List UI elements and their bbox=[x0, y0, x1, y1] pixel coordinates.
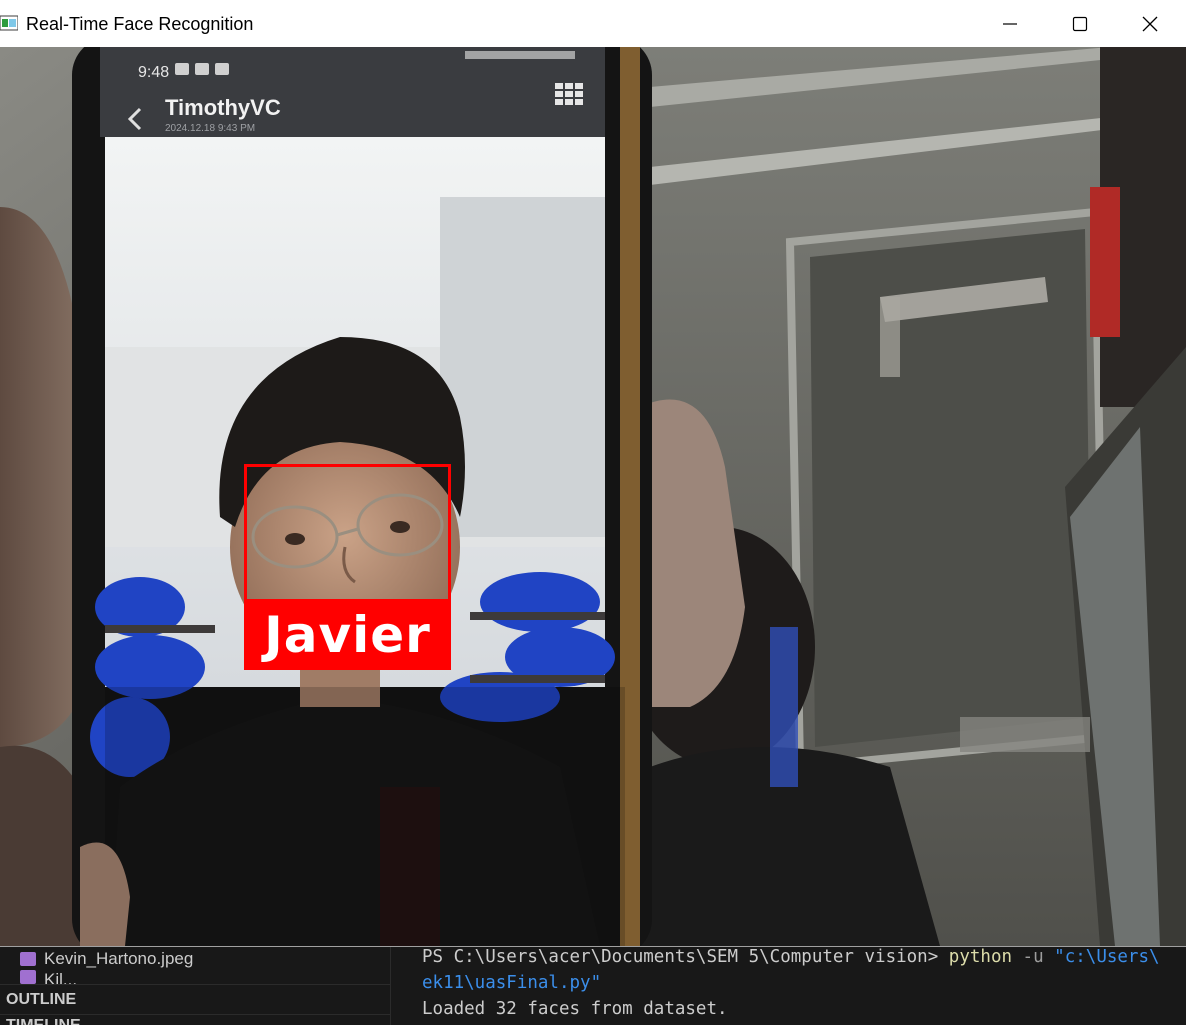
explorer-file-label: Kil... bbox=[44, 970, 78, 984]
maximize-icon bbox=[1072, 16, 1088, 31]
phone-status-time: 9:48 bbox=[138, 64, 169, 81]
camera-frame-image: 9:48 TimothyVC 2024.12.18 9:43 PM bbox=[0, 47, 1186, 946]
terminal-line: ek11\uasFinal.py" bbox=[422, 973, 602, 993]
minimize-button[interactable] bbox=[975, 0, 1045, 47]
face-detection-label: Javier bbox=[244, 601, 451, 670]
face-detection-box bbox=[244, 464, 451, 602]
maximize-button[interactable] bbox=[1045, 0, 1115, 47]
minimize-icon bbox=[1003, 22, 1017, 25]
face-recognition-window: Real-Time Face Recognition 9:48 TimothyV… bbox=[0, 0, 1186, 946]
phone-contact-name: TimothyVC bbox=[165, 95, 281, 120]
explorer-file-item[interactable]: Kil... bbox=[20, 970, 77, 984]
terminal-prompt: PS C:\Users\acer\Documents\SEM 5\Compute… bbox=[422, 947, 949, 967]
explorer-file-item[interactable]: Kevin_Hartono.jpeg bbox=[20, 946, 193, 972]
phone-grid-icon bbox=[555, 83, 583, 105]
terminal-panel[interactable]: PS C:\Users\acer\Documents\SEM 5\Compute… bbox=[391, 946, 1186, 1025]
terminal-flag: -u bbox=[1012, 947, 1055, 967]
window-title: Real-Time Face Recognition bbox=[26, 14, 254, 34]
explorer-panel: Kevin_Hartono.jpeg Kil... OUTLINE TIMELI… bbox=[0, 946, 391, 1025]
outline-label: OUTLINE bbox=[6, 990, 77, 1008]
close-icon bbox=[1142, 16, 1158, 31]
window-titlebar[interactable]: Real-Time Face Recognition bbox=[0, 0, 1186, 47]
phone-contact-subtitle: 2024.12.18 9:43 PM bbox=[165, 123, 255, 134]
terminal-command: python bbox=[948, 947, 1013, 967]
app-icon bbox=[0, 15, 18, 31]
timeline-label: TIMELINE bbox=[6, 1017, 81, 1025]
terminal-line: PS C:\Users\acer\Documents\SEM 5\Compute… bbox=[422, 946, 1160, 970]
close-button[interactable] bbox=[1115, 0, 1185, 47]
terminal-output: Loaded 32 faces from dataset. bbox=[422, 999, 728, 1019]
explorer-file-label: Kevin_Hartono.jpeg bbox=[44, 949, 194, 968]
outline-section-header[interactable]: OUTLINE bbox=[0, 984, 390, 1014]
image-file-icon bbox=[20, 970, 36, 984]
camera-feed: 9:48 TimothyVC 2024.12.18 9:43 PM Javier bbox=[0, 47, 1186, 946]
terminal-argument: "c:\Users\ bbox=[1054, 947, 1160, 967]
timeline-section-header[interactable]: TIMELINE bbox=[0, 1014, 390, 1025]
image-file-icon bbox=[20, 952, 36, 966]
